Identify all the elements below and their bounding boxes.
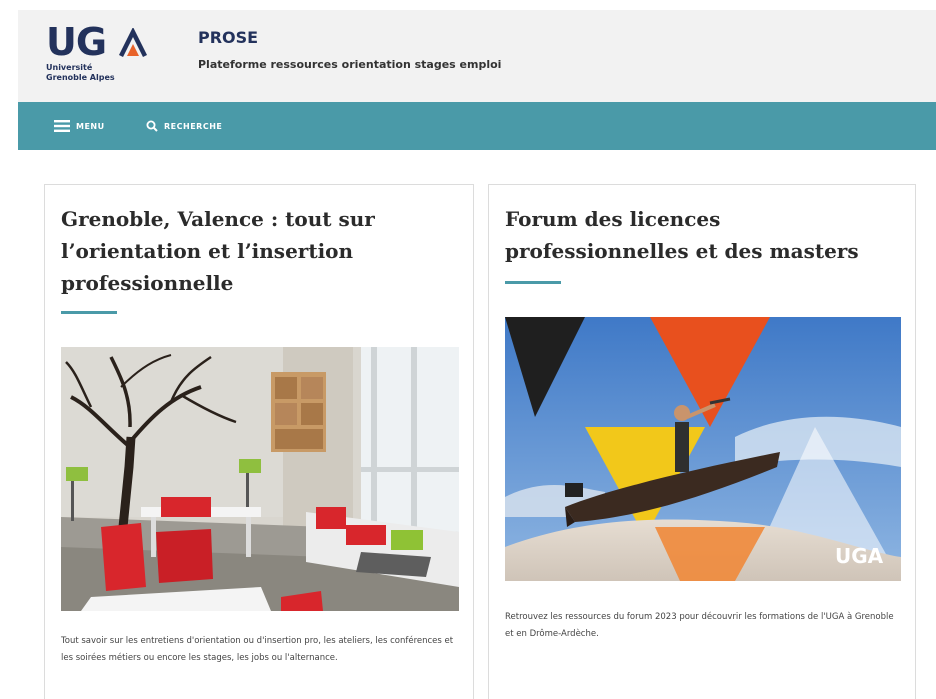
lounge-illustration xyxy=(61,347,459,611)
forum-poster-illustration: UGA xyxy=(505,317,901,581)
page: UG Université Grenoble Alpes PROSE Plate… xyxy=(0,0,936,699)
forum-poster-image[interactable]: UGA xyxy=(505,317,901,581)
card-description: Retrouvez les ressources du forum 2023 p… xyxy=(505,612,894,639)
search-label: RECHERCHE xyxy=(164,121,223,131)
search-button[interactable]: RECHERCHE xyxy=(146,102,222,150)
menu-label: MENU xyxy=(76,121,105,131)
site-title[interactable]: PROSE xyxy=(198,28,258,47)
poster-logo: UGA xyxy=(835,544,884,568)
card-orientation[interactable]: Grenoble, Valence : tout sur l’orientati… xyxy=(44,184,474,699)
search-icon xyxy=(146,120,158,132)
card-title[interactable]: Forum des licences professionnelles et d… xyxy=(505,203,905,267)
uga-logo[interactable]: UG Université Grenoble Alpes xyxy=(46,22,156,90)
card-description: Tout savoir sur les entretiens d'orienta… xyxy=(61,636,454,663)
title-underline xyxy=(505,281,561,284)
hamburger-icon xyxy=(54,120,70,132)
main-nav-bar: MENU RECHERCHE xyxy=(18,102,936,150)
card-forum[interactable]: Forum des licences professionnelles et d… xyxy=(488,184,916,699)
menu-button[interactable]: MENU xyxy=(54,102,105,150)
lounge-room-photo[interactable] xyxy=(61,347,459,611)
site-subtitle: Plateforme ressources orientation stages… xyxy=(198,58,502,71)
logo-line-2: Grenoble Alpes xyxy=(46,73,115,82)
site-header: UG Université Grenoble Alpes PROSE Plate… xyxy=(18,10,936,102)
title-underline xyxy=(61,311,117,314)
logo-letters: UG xyxy=(46,22,148,62)
card-title[interactable]: Grenoble, Valence : tout sur l’orientati… xyxy=(61,203,461,299)
logo-triangle-icon xyxy=(119,26,148,58)
logo-line-1: Université xyxy=(46,63,93,72)
